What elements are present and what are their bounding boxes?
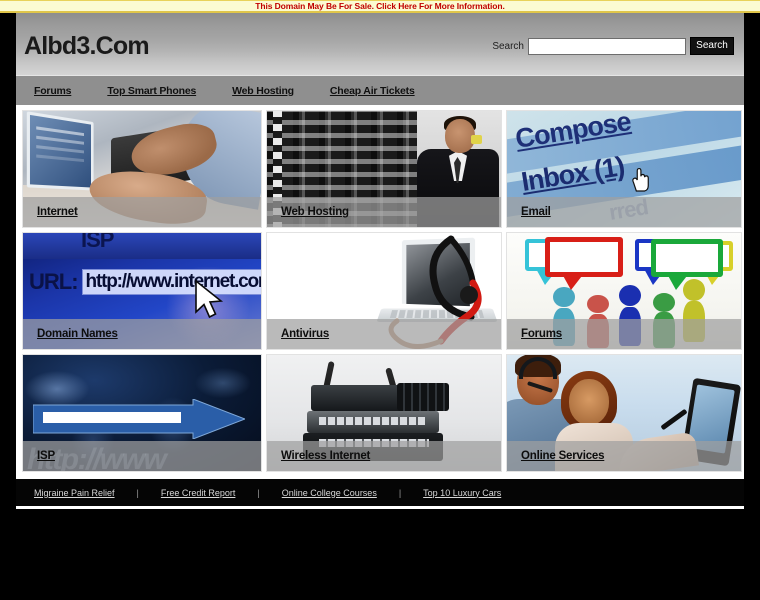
footer-separator: | (136, 487, 139, 498)
tile-label-email[interactable]: Email (507, 197, 741, 227)
tile-email[interactable]: Compose Inbox (1) rred Email (506, 110, 742, 228)
tile-label-text: Forums (521, 328, 562, 340)
tile-label-isp[interactable]: ISP (23, 441, 261, 471)
tile-label-antivirus[interactable]: Antivirus (267, 319, 501, 349)
page-frame: Albd3.Com Search Search Forums Top Smart… (0, 13, 760, 600)
tile-label-domain-names[interactable]: Domain Names (23, 319, 261, 349)
domain-url-label: URL: (29, 269, 79, 294)
tile-internet[interactable]: Internet (22, 110, 262, 228)
tile-label-text: Email (521, 206, 551, 218)
tile-label-forums[interactable]: Forums (507, 319, 741, 349)
tile-label-text: Domain Names (37, 328, 118, 340)
tile-label-text: Antivirus (281, 328, 330, 340)
tile-label-text: Internet (37, 206, 78, 218)
nav-item-web-hosting[interactable]: Web Hosting (232, 85, 294, 97)
tile-label-text: Web Hosting (281, 206, 349, 218)
tile-label-text: Wireless Internet (281, 450, 371, 462)
category-tile-grid: Internet Web Hosting Compose Inbox (1) E… (16, 105, 744, 476)
arrow-graphic-icon (33, 399, 245, 439)
site-header: Albd3.Com Search Search (16, 13, 744, 75)
footer-link-free-credit-report[interactable]: Free Credit Report (161, 488, 236, 498)
search-area: Search Search (492, 37, 734, 55)
tile-label-text: Online Services (521, 450, 605, 462)
tile-wireless-internet[interactable]: Wireless Internet (266, 354, 502, 472)
tile-label-text: ISP (37, 450, 55, 462)
tile-label-web-hosting[interactable]: Web Hosting (267, 197, 501, 227)
domain-for-sale-link[interactable]: This Domain May Be For Sale. Click Here … (255, 1, 505, 11)
nav-item-forums[interactable]: Forums (34, 85, 72, 97)
tile-online-services[interactable]: Online Services (506, 354, 742, 472)
tile-isp[interactable]: http://www ISP (22, 354, 262, 472)
page-container: Albd3.Com Search Search Forums Top Smart… (16, 13, 744, 509)
domain-url-value: http://www.internet.com (81, 269, 261, 295)
domain-for-sale-banner[interactable]: This Domain May Be For Sale. Click Here … (0, 0, 760, 13)
tile-forums[interactable]: Forums (506, 232, 742, 350)
footer-links-bar: Migraine Pain Relief | Free Credit Repor… (16, 476, 744, 506)
footer-link-top-10-luxury-cars[interactable]: Top 10 Luxury Cars (423, 488, 501, 498)
tile-domain-names[interactable]: ISP URL: http://www.internet.com Domain … (22, 232, 262, 350)
tile-label-online-services[interactable]: Online Services (507, 441, 741, 471)
footer-separator: | (398, 487, 402, 498)
footer-link-online-college-courses[interactable]: Online College Courses (282, 488, 377, 498)
nav-item-top-smart-phones[interactable]: Top Smart Phones (107, 85, 196, 97)
arrow-cursor-icon (195, 279, 224, 319)
hand-pointer-cursor-icon (632, 167, 649, 192)
footer-separator: | (257, 487, 260, 498)
nav-item-cheap-air-tickets[interactable]: Cheap Air Tickets (330, 85, 415, 97)
footer-link-migraine-pain-relief[interactable]: Migraine Pain Relief (34, 488, 115, 498)
tile-antivirus[interactable]: Antivirus (266, 232, 502, 350)
tile-web-hosting[interactable]: Web Hosting (266, 110, 502, 228)
main-navigation: Forums Top Smart Phones Web Hosting Chea… (16, 75, 744, 105)
search-button[interactable]: Search (690, 37, 734, 55)
search-input[interactable] (528, 37, 686, 55)
tile-label-wireless-internet[interactable]: Wireless Internet (267, 441, 501, 471)
tile-label-internet[interactable]: Internet (23, 197, 261, 227)
search-label: Search (492, 40, 524, 52)
domain-top-text: ISP (81, 233, 114, 252)
page-title: Albd3.Com (24, 32, 150, 60)
